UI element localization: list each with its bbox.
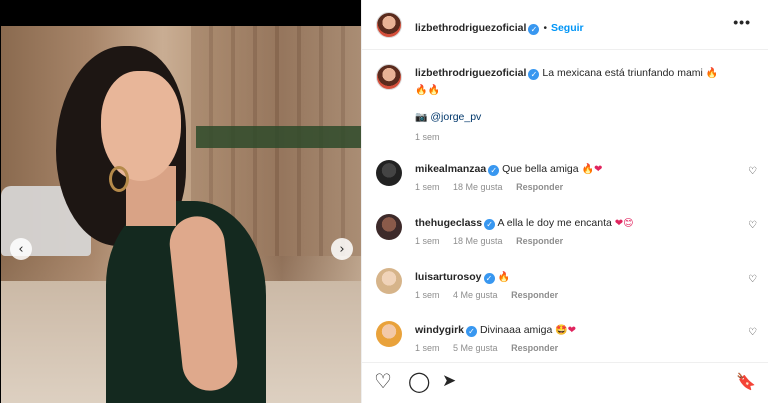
caption-avatar[interactable] bbox=[376, 64, 402, 90]
comment-avatar[interactable] bbox=[376, 321, 402, 347]
verified-badge-icon: ✓ bbox=[483, 273, 495, 284]
header-user-line: lizbethrodriguezoficial ✓ • Seguir bbox=[415, 18, 584, 36]
comment-username[interactable]: thehugeclass bbox=[415, 217, 482, 229]
comment-like-heart-icon[interactable]: ♡ bbox=[748, 166, 757, 177]
comment-line: luisarturosoy ✓ 🔥 bbox=[415, 269, 569, 286]
comment-username[interactable]: luisarturosoy bbox=[415, 271, 482, 283]
like-heart-icon[interactable]: ♡ bbox=[374, 369, 392, 393]
caption-row: lizbethrodriguezoficial ✓ La mexicana est… bbox=[362, 62, 768, 147]
comment-likes[interactable]: 5 Me gusta bbox=[453, 343, 498, 353]
reply-button[interactable]: Responder bbox=[511, 343, 558, 353]
caption-time[interactable]: 1 sem bbox=[415, 132, 440, 142]
photo-earring bbox=[109, 166, 129, 192]
comment-emojis: 🤩❤ bbox=[555, 325, 577, 336]
share-send-icon[interactable]: ➤ bbox=[442, 371, 456, 391]
comments-scroll-area[interactable]: lizbethrodriguezoficial ✓ La mexicana est… bbox=[362, 51, 768, 353]
comment-emojis: ❤😊 bbox=[614, 218, 634, 229]
photo-awning bbox=[196, 126, 361, 148]
comment-row: windygirk ✓ Divinaaa amiga 🤩❤ 1 sem 5 Me … bbox=[362, 319, 768, 353]
post-side-panel: lizbethrodriguezoficial ✓ • Seguir ••• lizb… bbox=[361, 0, 768, 403]
comment-meta: 1 sem 5 Me gusta Responder bbox=[415, 343, 576, 353]
verified-badge-icon: ✓ bbox=[488, 165, 500, 176]
comment-line: thehugeclass ✓ A ella le doy me encanta ❤… bbox=[415, 215, 634, 232]
comment-username[interactable]: windygirk bbox=[415, 324, 464, 336]
comment-row: mikealmanzaa ✓ Que bella amiga 🔥❤ 1 sem 1… bbox=[362, 158, 768, 202]
comment-body: thehugeclass ✓ A ella le doy me encanta ❤… bbox=[415, 215, 634, 246]
comment-meta: 1 sem 18 Me gusta Responder bbox=[415, 236, 634, 246]
verified-badge-icon: ✓ bbox=[484, 219, 496, 230]
carousel-prev-button[interactable]: ‹ bbox=[10, 238, 32, 260]
comment-row: thehugeclass ✓ A ella le doy me encanta ❤… bbox=[362, 212, 768, 256]
comment-avatar[interactable] bbox=[376, 160, 402, 186]
post-action-bar: ♡ ◯ ➤ 🔖 bbox=[362, 362, 768, 403]
comment-body: windygirk ✓ Divinaaa amiga 🤩❤ 1 sem 5 Me … bbox=[415, 322, 576, 353]
comment-text: Que bella amiga bbox=[502, 163, 579, 175]
fire-emoji-icon: 🔥 bbox=[705, 68, 719, 79]
comment-likes[interactable]: 4 Me gusta bbox=[453, 290, 498, 300]
post-header: lizbethrodriguezoficial ✓ • Seguir ••• bbox=[362, 0, 768, 50]
more-options-icon[interactable]: ••• bbox=[733, 14, 751, 30]
caption-text: La mexicana está triunfando mami bbox=[542, 67, 703, 79]
post-media-area: ‹ › bbox=[0, 0, 361, 403]
comment-text: A ella le doy me encanta bbox=[497, 217, 612, 229]
comment-body: luisarturosoy ✓ 🔥 1 sem 4 Me gusta Respon… bbox=[415, 269, 569, 300]
caption-line-2: 🔥🔥 bbox=[415, 82, 745, 99]
comment-time[interactable]: 1 sem bbox=[415, 182, 440, 192]
comment-like-heart-icon[interactable]: ♡ bbox=[748, 274, 757, 285]
fire-emoji-icon: 🔥🔥 bbox=[415, 85, 440, 96]
comment-like-heart-icon[interactable]: ♡ bbox=[748, 220, 757, 231]
comment-line: windygirk ✓ Divinaaa amiga 🤩❤ bbox=[415, 322, 576, 339]
camera-emoji-icon: 📷 bbox=[415, 112, 428, 123]
comment-time[interactable]: 1 sem bbox=[415, 236, 440, 246]
comment-likes[interactable]: 18 Me gusta bbox=[453, 236, 503, 246]
caption-username[interactable]: lizbethrodriguezoficial bbox=[415, 67, 526, 79]
verified-badge-icon: ✓ bbox=[528, 24, 540, 35]
reply-button[interactable]: Responder bbox=[516, 182, 563, 192]
comment-bubble-icon[interactable]: ◯ bbox=[408, 369, 430, 393]
caption-line-1: lizbethrodriguezoficial ✓ La mexicana est… bbox=[415, 65, 745, 82]
verified-badge-icon: ✓ bbox=[528, 69, 540, 80]
author-avatar[interactable] bbox=[376, 12, 402, 38]
comment-avatar[interactable] bbox=[376, 214, 402, 240]
comment-time[interactable]: 1 sem bbox=[415, 290, 440, 300]
comment-likes[interactable]: 18 Me gusta bbox=[453, 182, 503, 192]
chevron-right-icon: › bbox=[339, 241, 345, 257]
save-bookmark-icon[interactable]: 🔖 bbox=[736, 372, 756, 391]
comment-avatar[interactable] bbox=[376, 268, 402, 294]
comment-body: mikealmanzaa ✓ Que bella amiga 🔥❤ 1 sem 1… bbox=[415, 161, 602, 192]
author-username[interactable]: lizbethrodriguezoficial bbox=[415, 22, 526, 34]
comment-like-heart-icon[interactable]: ♡ bbox=[748, 327, 757, 338]
verified-badge-icon: ✓ bbox=[466, 326, 478, 337]
reply-button[interactable]: Responder bbox=[516, 236, 563, 246]
photo-credit-link[interactable]: @jorge_pv bbox=[430, 111, 481, 123]
caption-text-block: lizbethrodriguezoficial ✓ La mexicana est… bbox=[415, 65, 745, 142]
comment-emojis: 🔥❤ bbox=[581, 164, 603, 175]
chevron-left-icon: ‹ bbox=[18, 241, 24, 257]
comment-row: luisarturosoy ✓ 🔥 1 sem 4 Me gusta Respon… bbox=[362, 266, 768, 310]
comment-meta: 1 sem 4 Me gusta Responder bbox=[415, 290, 569, 300]
follow-button[interactable]: Seguir bbox=[551, 22, 584, 34]
comment-username[interactable]: mikealmanzaa bbox=[415, 163, 486, 175]
comment-line: mikealmanzaa ✓ Que bella amiga 🔥❤ bbox=[415, 161, 602, 178]
reply-button[interactable]: Responder bbox=[511, 290, 558, 300]
carousel-next-button[interactable]: › bbox=[331, 238, 353, 260]
photo-face bbox=[101, 71, 181, 181]
comment-time[interactable]: 1 sem bbox=[415, 343, 440, 353]
post-photo[interactable] bbox=[1, 26, 361, 403]
comment-text: Divinaaa amiga bbox=[479, 324, 553, 336]
separator-dot: • bbox=[543, 23, 547, 34]
caption-credit-line: 📷 @jorge_pv bbox=[415, 109, 745, 126]
comment-meta: 1 sem 18 Me gusta Responder bbox=[415, 182, 602, 192]
caption-meta: 1 sem bbox=[415, 132, 745, 142]
comment-emojis: 🔥 bbox=[497, 272, 510, 283]
